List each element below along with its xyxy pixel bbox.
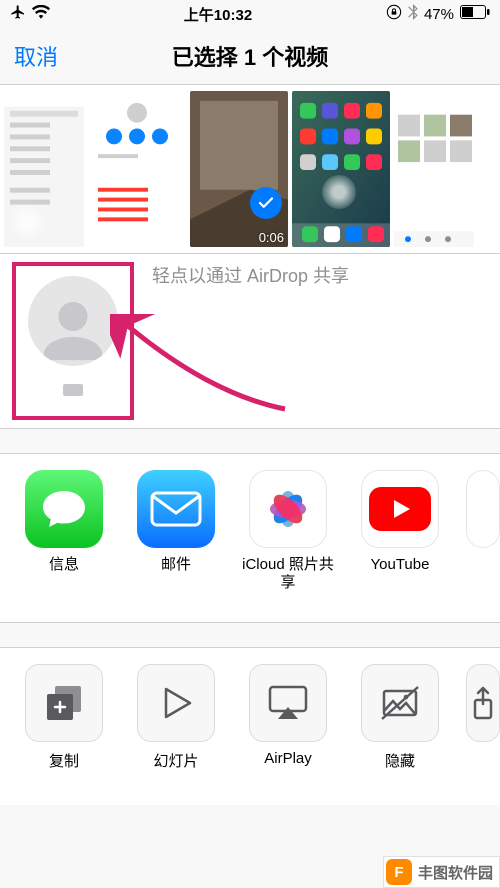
person-silhouette-icon xyxy=(38,296,108,366)
watermark-logo: F xyxy=(386,859,412,885)
media-thumb[interactable] xyxy=(292,91,390,247)
play-icon xyxy=(156,683,196,723)
share-app-mail[interactable]: 邮件 xyxy=(130,470,222,614)
youtube-icon xyxy=(369,487,431,531)
app-label: 邮件 xyxy=(161,556,191,574)
airplane-mode-icon xyxy=(10,4,26,24)
annotation-highlight-box xyxy=(12,262,134,420)
media-thumb[interactable] xyxy=(394,91,474,247)
share-app-more[interactable] xyxy=(466,470,500,614)
share-app-youtube[interactable]: YouTube xyxy=(354,470,446,614)
actions-row: 复制 幻灯片 AirPlay 隐藏 xyxy=(0,647,500,805)
orientation-lock-icon xyxy=(386,4,402,24)
status-bar: 上午10:32 47% xyxy=(0,0,500,28)
battery-percent: 47% xyxy=(424,6,454,23)
media-thumb[interactable] xyxy=(88,91,186,247)
assistive-touch-icon xyxy=(404,185,438,219)
bluetooth-icon xyxy=(408,4,418,24)
action-slideshow[interactable]: 幻灯片 xyxy=(130,664,222,797)
action-hide[interactable]: 隐藏 xyxy=(354,664,446,797)
media-thumbnails: 0:06 xyxy=(0,84,500,254)
watermark-text: 丰图软件园 xyxy=(418,862,493,883)
battery-icon xyxy=(460,5,490,23)
check-icon xyxy=(250,187,282,219)
share-app-messages[interactable]: 信息 xyxy=(18,470,110,614)
airdrop-contact-label xyxy=(16,384,130,396)
airdrop-hint: 轻点以通过 AirDrop 共享 xyxy=(152,262,488,288)
watermark: F 丰图软件园 xyxy=(383,856,500,888)
action-label: 幻灯片 xyxy=(153,750,198,771)
media-thumb-selected[interactable]: 0:06 xyxy=(190,91,288,247)
share-apps-row: 信息 邮件 iCloud 照片共 享 xyxy=(0,453,500,623)
action-airplay[interactable]: AirPlay xyxy=(242,664,334,797)
status-time: 上午10:32 xyxy=(184,4,252,25)
messages-icon xyxy=(40,487,88,531)
airdrop-section: 轻点以通过 AirDrop 共享 xyxy=(0,254,500,429)
cancel-button[interactable]: 取消 xyxy=(14,40,58,72)
app-label: 信息 xyxy=(49,556,79,574)
action-copy[interactable]: 复制 xyxy=(18,664,110,797)
app-label: YouTube xyxy=(371,556,430,574)
assistive-touch-icon xyxy=(10,205,44,239)
copy-icon xyxy=(41,680,87,726)
video-duration: 0:06 xyxy=(259,230,284,245)
annotation-arrow xyxy=(110,314,290,424)
airplay-icon xyxy=(266,683,310,723)
mail-icon xyxy=(150,491,202,527)
media-thumb[interactable] xyxy=(4,91,84,247)
photos-flower-icon xyxy=(261,482,315,536)
action-label: 复制 xyxy=(49,750,79,771)
hide-icon xyxy=(376,683,424,723)
airdrop-contact[interactable] xyxy=(28,276,118,366)
assistive-touch-icon xyxy=(322,175,356,209)
app-label: iCloud 照片共 享 xyxy=(242,556,334,592)
nav-bar: 取消 已选择 1 个视频 xyxy=(0,28,500,84)
page-title: 已选择 1 个视频 xyxy=(0,40,500,72)
action-label: 隐藏 xyxy=(385,750,415,771)
action-more[interactable] xyxy=(466,664,500,797)
wifi-icon xyxy=(32,5,50,23)
share-app-icloud-photo[interactable]: iCloud 照片共 享 xyxy=(242,470,334,614)
action-label: AirPlay xyxy=(264,750,312,767)
share-icon xyxy=(473,686,493,720)
